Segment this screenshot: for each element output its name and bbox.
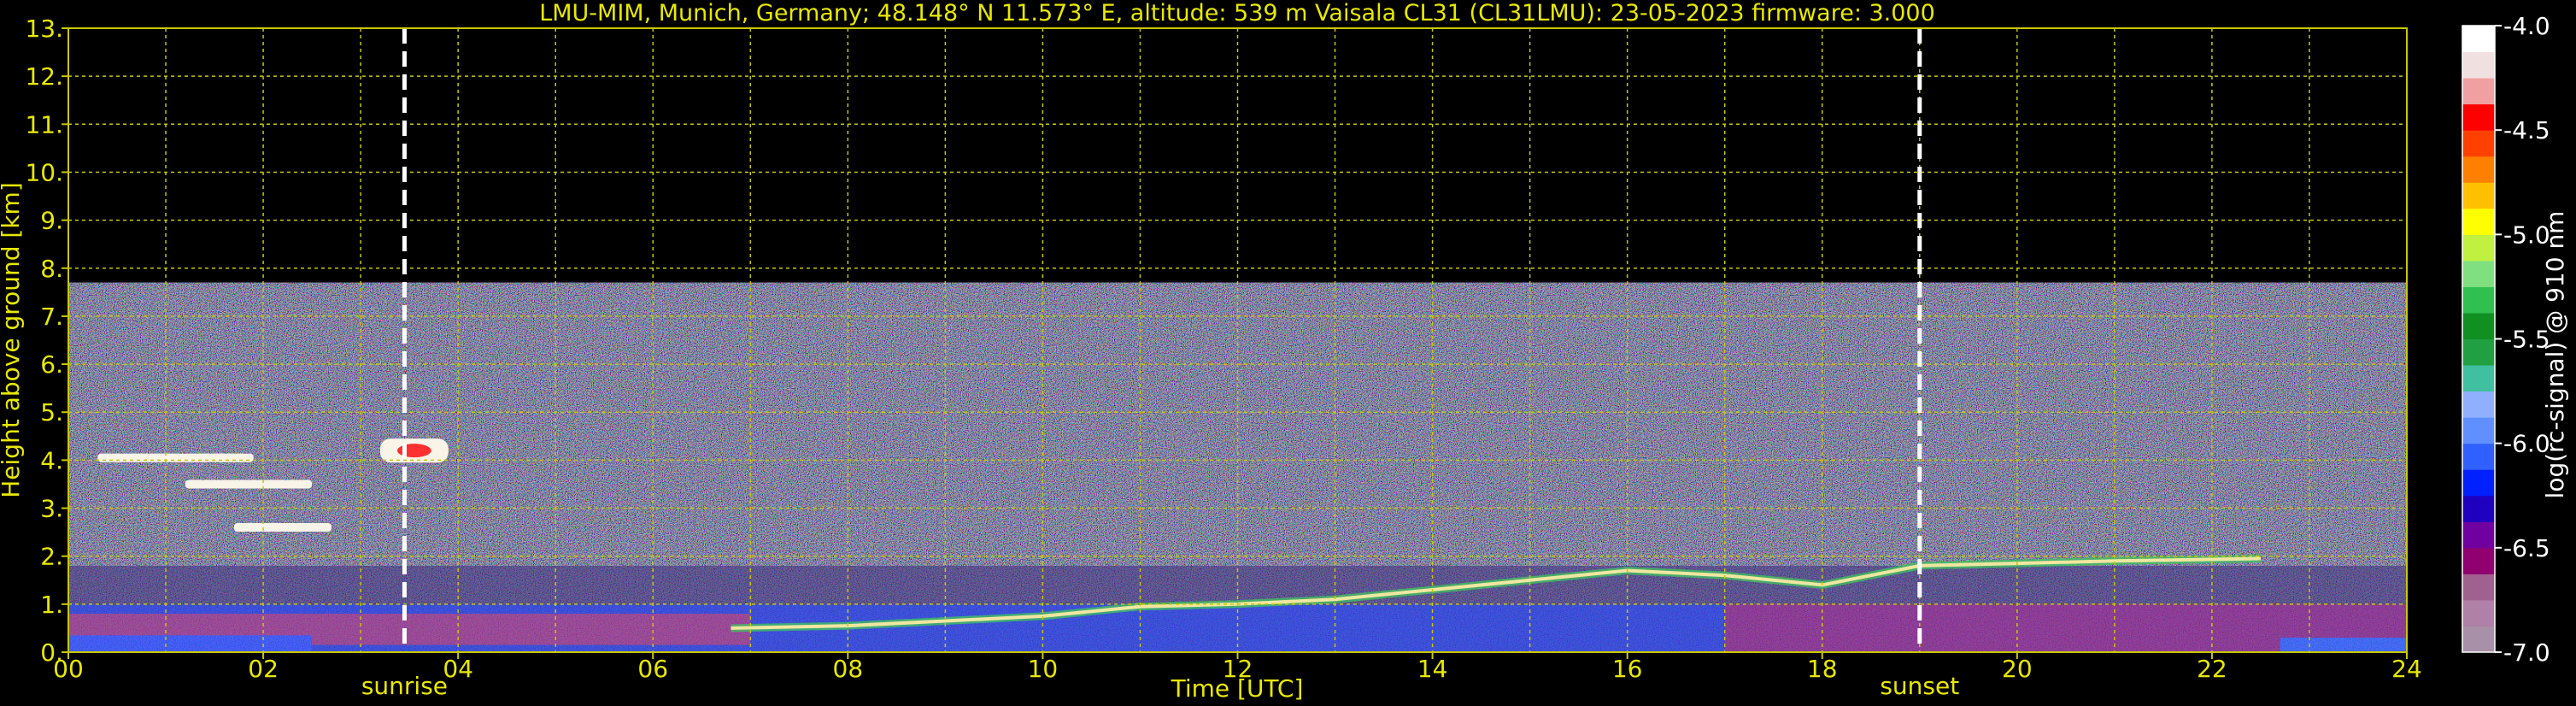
colorbar-segment <box>2462 260 2495 287</box>
x-tick-label: 08 <box>833 655 864 683</box>
x-tick-label: 24 <box>2391 655 2422 683</box>
colorbar-tick-label: -4.5 <box>2503 116 2550 144</box>
colorbar-segment <box>2462 495 2495 522</box>
y-tick-label: 13. <box>25 15 63 43</box>
y-tick-label: 3. <box>40 495 63 523</box>
colorbar-segment <box>2462 547 2495 574</box>
sun-marker-labels: sunrise sunset <box>361 672 1959 700</box>
colorbar-tick-label: -4.0 <box>2503 12 2550 40</box>
y-tick-label: 8. <box>40 255 63 283</box>
y-tick-label: 2. <box>40 543 63 571</box>
colorbar-segment <box>2462 338 2495 366</box>
colorbar-segment <box>2462 469 2495 497</box>
colorbar-segment <box>2462 26 2495 53</box>
y-tick-label: 12. <box>25 62 63 91</box>
colorbar-segment <box>2462 599 2495 627</box>
y-axis-ticks: 0.1.2.3.4.5.6.7.8.9.10.11.12.13. <box>25 15 68 667</box>
colorbar-segment <box>2462 365 2495 392</box>
colorbar-segment <box>2462 182 2495 209</box>
colorbar-segment <box>2462 208 2495 235</box>
colorbar-segment <box>2462 156 2495 183</box>
x-tick-label: 10 <box>1028 655 1059 683</box>
colorbar-tick-label: -6.5 <box>2503 534 2550 562</box>
x-tick-label: 02 <box>248 655 279 683</box>
x-tick-label: 18 <box>1807 655 1838 683</box>
y-tick-label: 10. <box>25 158 63 186</box>
y-tick-label: 4. <box>40 446 63 474</box>
chart-title: LMU-MIM, Munich, Germany; 48.148° N 11.5… <box>539 0 1935 26</box>
ceilometer-chart: LMU-MIM, Munich, Germany; 48.148° N 11.5… <box>0 0 2569 703</box>
y-tick-label: 11. <box>25 110 63 138</box>
colorbar-segment <box>2462 234 2495 262</box>
x-tick-label: 22 <box>2197 655 2227 683</box>
colorbar-segment <box>2462 78 2495 105</box>
colorbar-segment <box>2462 103 2495 131</box>
x-tick-label: 06 <box>637 655 668 683</box>
colorbar: -7.0-6.5-6.0-5.5-5.0-4.5-4.0 <box>2462 12 2550 667</box>
y-axis-label: Height above ground [km] <box>0 182 25 498</box>
x-tick-label: 16 <box>1612 655 1643 683</box>
y-tick-label: 6. <box>40 350 63 379</box>
y-tick-label: 9. <box>40 207 63 235</box>
x-tick-label: 14 <box>1417 655 1448 683</box>
colorbar-segment <box>2462 443 2495 470</box>
x-axis-label: Time [UTC] <box>1171 674 1304 703</box>
cloud-layer <box>185 479 313 489</box>
colorbar-tick-label: -7.0 <box>2503 638 2550 667</box>
cloud-layer <box>233 523 332 532</box>
colorbar-segment <box>2462 417 2495 444</box>
colorbar-segment <box>2462 574 2495 601</box>
y-tick-label: 1. <box>40 591 63 619</box>
colorbar-segment <box>2462 51 2495 79</box>
y-tick-label: 7. <box>40 303 63 331</box>
sunset-label: sunset <box>1880 672 1959 700</box>
colorbar-segment <box>2462 312 2495 339</box>
x-tick-label: 00 <box>53 655 84 683</box>
colorbar-label: log(rc-signal) @ 910 nm <box>2541 211 2569 499</box>
colorbar-segment <box>2462 391 2495 418</box>
colorbar-segment <box>2462 130 2495 157</box>
cloud-core <box>396 444 431 458</box>
sunrise-label: sunrise <box>361 672 448 700</box>
y-tick-label: 5. <box>40 398 63 427</box>
colorbar-segment <box>2462 521 2495 549</box>
colorbar-segment <box>2462 626 2495 653</box>
plot-area <box>68 28 2407 652</box>
colorbar-segment <box>2462 286 2495 314</box>
x-tick-label: 20 <box>2002 655 2033 683</box>
cloud-layer <box>97 453 254 462</box>
